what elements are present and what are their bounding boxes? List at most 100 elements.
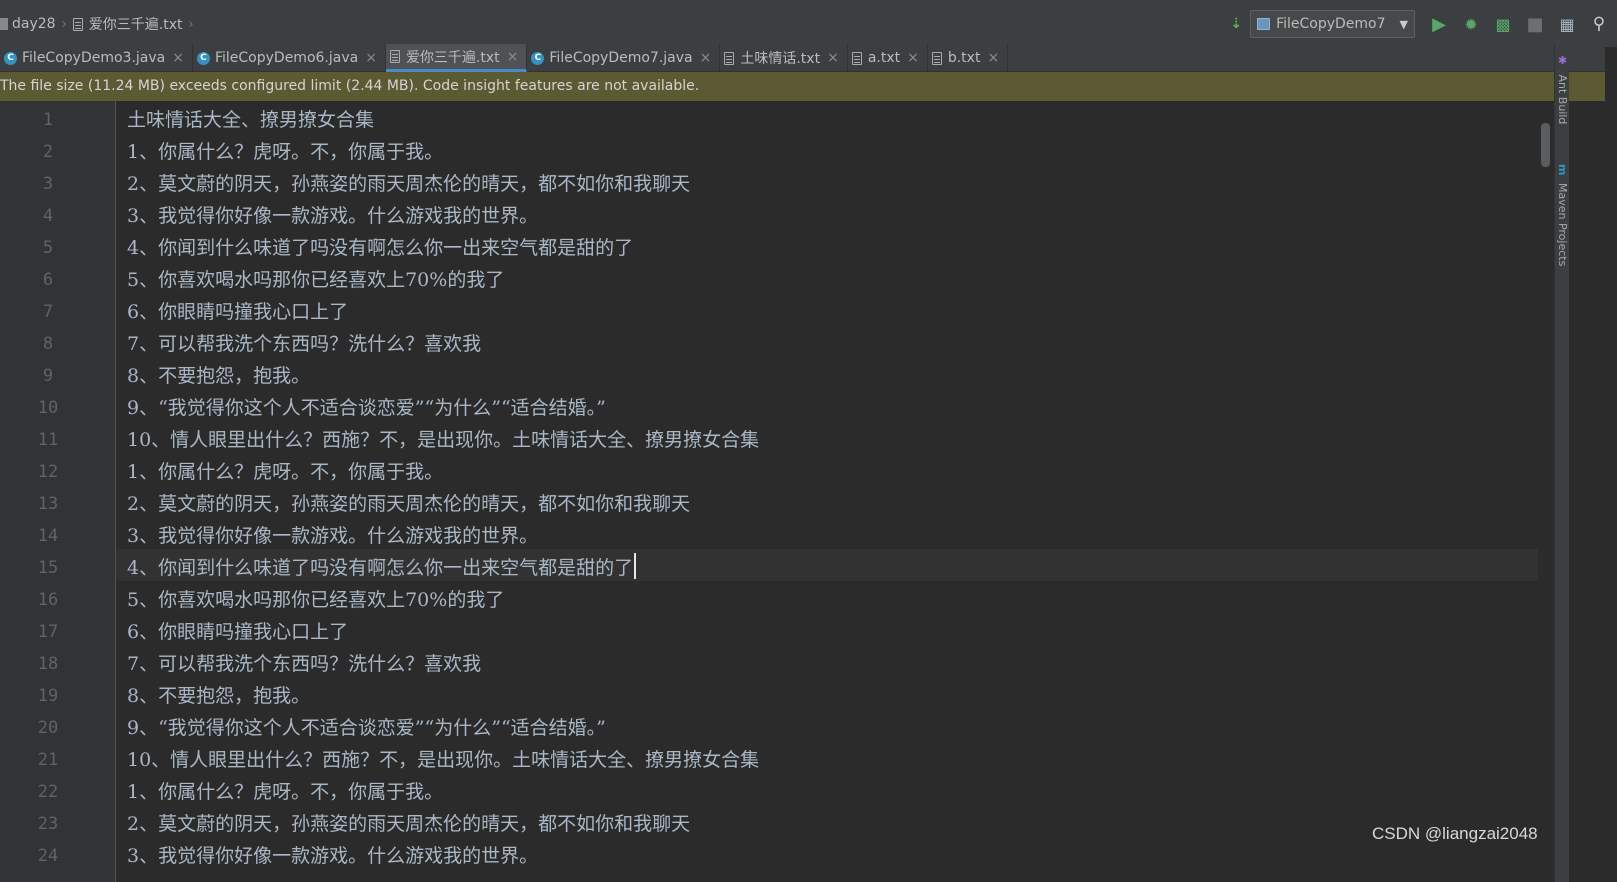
editor-line[interactable]: 1、你属什么？虎呀。不，你属于我。 xyxy=(116,453,1538,485)
text-cursor xyxy=(634,553,637,579)
breadcrumb-item-project[interactable]: day28 xyxy=(0,16,56,32)
scrollbar-thumb[interactable] xyxy=(1541,123,1550,167)
file-size-warning-banner: The file size (11.24 MB) exceeds configu… xyxy=(0,72,1605,101)
line-number: 9 xyxy=(42,366,54,386)
line-number: 12 xyxy=(37,462,59,482)
debug-button[interactable]: ✹ xyxy=(1457,10,1485,38)
tab-tuweiqinghua[interactable]: 土味情话.txt × xyxy=(720,44,848,72)
editor-line[interactable]: 2、莫文蔚的阴天，孙燕姿的雨天周杰伦的晴天，都不如你和我聊天 xyxy=(116,805,1538,837)
text-file-icon xyxy=(389,50,400,63)
editor-line[interactable]: 9、“我觉得你这个人不适合谈恋爱”“为什么”“适合结婚。” xyxy=(116,389,1538,421)
editor-line[interactable]: 6、你眼睛吗撞我心口上了 xyxy=(116,613,1538,645)
tab-filecopydemo7[interactable]: C FileCopyDemo7.java × xyxy=(527,44,721,72)
editor-line[interactable]: 8、不要抱怨，抱我。 xyxy=(116,677,1538,709)
close-icon[interactable]: × xyxy=(365,50,377,66)
build-project-icon[interactable]: ⇣ xyxy=(1230,16,1242,32)
editor-line-text: 4、你闻到什么味道了吗没有啊怎么你一出来空气都是甜的了 xyxy=(127,237,634,259)
tab-label: FileCopyDemo6.java xyxy=(214,50,359,66)
right-tool-window-bar: ✱ Ant Build m Maven Projects xyxy=(1554,44,1569,882)
line-number: 4 xyxy=(42,206,54,226)
editor-line-text: 1、你属什么？虎呀。不，你属于我。 xyxy=(127,781,444,803)
editor-line[interactable]: 5、你喜欢喝水吗那你已经喜欢上70%的我了 xyxy=(116,581,1538,613)
java-class-icon: C xyxy=(4,51,17,65)
line-number: 21 xyxy=(37,750,59,770)
line-number: 20 xyxy=(37,718,59,738)
editor-line[interactable]: 1、你属什么？虎呀。不，你属于我。 xyxy=(116,773,1538,805)
editor-line[interactable]: 4、你闻到什么味道了吗没有啊怎么你一出来空气都是甜的了 xyxy=(116,229,1538,261)
run-with-coverage-button[interactable]: ▩ xyxy=(1489,10,1517,38)
editor-line-text: 3、我觉得你好像一款游戏。什么游戏我的世界。 xyxy=(127,525,539,547)
folder-icon xyxy=(0,18,8,30)
tab-label: FileCopyDemo3.java xyxy=(22,50,166,66)
editor-line-text: 9、“我觉得你这个人不适合谈恋爱”“为什么”“适合结婚。” xyxy=(127,397,606,419)
close-icon[interactable]: × xyxy=(987,50,999,66)
chevron-right-icon: › xyxy=(188,16,194,32)
project-structure-button[interactable]: ▦ xyxy=(1553,10,1581,38)
close-icon[interactable]: × xyxy=(907,50,919,66)
editor-line[interactable]: 3、我觉得你好像一款游戏。什么游戏我的世界。 xyxy=(116,837,1538,869)
editor-line-text: 5、你喜欢喝水吗那你已经喜欢上70%的我了 xyxy=(127,269,505,291)
breadcrumb-item-file[interactable]: 爱你三千遍.txt xyxy=(72,14,183,34)
editor-line[interactable]: 7、可以帮我洗个东西吗？洗什么？喜欢我 xyxy=(116,325,1538,357)
editor-line-text: 3、我觉得你好像一款游戏。什么游戏我的世界。 xyxy=(127,205,539,227)
tab-label: 土味情话.txt xyxy=(740,51,821,67)
text-editor[interactable]: 土味情话大全、撩男撩女合集 1、你属什么？虎呀。不，你属于我。 2、莫文蔚的阴天，孙… xyxy=(116,101,1538,882)
java-class-icon: C xyxy=(196,51,210,65)
line-number: 14 xyxy=(37,526,59,546)
editor-tabs: C FileCopyDemo3.java × C FileCopyDemo6.j… xyxy=(0,44,1605,72)
line-number-gutter[interactable]: 1 2 3 4 5 6 7 8 9 10 11 12 13 14 15 16 17 18 19 20 21 22 23 24 xyxy=(0,101,116,882)
tab-filecopydemo3[interactable]: C FileCopyDemo3.java × xyxy=(0,44,193,72)
editor-line[interactable]: 10、情人眼里出什么？西施？不，是出现你。土味情话大全、撩男撩女合集 xyxy=(116,421,1538,453)
close-icon[interactable]: × xyxy=(172,50,184,66)
editor-line[interactable]: 3、我觉得你好像一款游戏。什么游戏我的世界。 xyxy=(116,197,1538,229)
line-number: 24 xyxy=(37,846,59,866)
editor-line-text: 7、可以帮我洗个东西吗？洗什么？喜欢我 xyxy=(127,653,482,675)
run-button[interactable]: ▶ xyxy=(1425,10,1453,38)
breadcrumb-label: 爱你三千遍.txt xyxy=(88,17,183,33)
editor-line-text: 6、你眼睛吗撞我心口上了 xyxy=(127,301,349,323)
editor-line[interactable]: 2、莫文蔚的阴天，孙燕姿的雨天周杰伦的晴天，都不如你和我聊天 xyxy=(116,485,1538,517)
tab-b-txt[interactable]: b.txt × xyxy=(928,44,1009,72)
line-number: 22 xyxy=(37,782,59,802)
search-everywhere-button[interactable]: ⚲ xyxy=(1585,10,1613,38)
editor-line-text: 1、你属什么？虎呀。不，你属于我。 xyxy=(127,461,444,483)
editor-line-text: 8、不要抱怨，抱我。 xyxy=(127,365,311,387)
close-icon[interactable]: × xyxy=(700,50,712,66)
close-icon[interactable]: × xyxy=(827,50,839,66)
application-config-icon xyxy=(1257,18,1271,30)
vertical-scrollbar[interactable] xyxy=(1538,101,1552,882)
tab-ainisanqianbian[interactable]: 爱你三千遍.txt × xyxy=(385,44,528,72)
ant-build-tool-button[interactable]: ✱ Ant Build xyxy=(1555,54,1569,124)
editor-line[interactable]: 10、情人眼里出什么？西施？不，是出现你。土味情话大全、撩男撩女合集 xyxy=(116,741,1538,773)
stop-button[interactable]: ■ xyxy=(1521,10,1549,38)
editor-line[interactable]: 土味情话大全、撩男撩女合集 xyxy=(116,101,1538,133)
watermark: CSDN @liangzai2048 xyxy=(1372,824,1538,843)
main-toolbar: ⇣ FileCopyDemo7 ▼ ▶ ✹ ▩ ■ ▦ ⚲ xyxy=(1230,8,1617,40)
tab-label: b.txt xyxy=(947,50,981,66)
editor-line-text: 3、我觉得你好像一款游戏。什么游戏我的世界。 xyxy=(127,845,539,867)
line-number: 1 xyxy=(42,110,54,130)
editor-line-text: 2、莫文蔚的阴天，孙燕姿的雨天周杰伦的晴天，都不如你和我聊天 xyxy=(127,493,691,515)
run-configuration-select[interactable]: FileCopyDemo7 ▼ xyxy=(1250,10,1415,38)
editor-line-text: 6、你眼睛吗撞我心口上了 xyxy=(127,621,349,643)
editor-line[interactable]: 4、你闻到什么味道了吗没有啊怎么你一出来空气都是甜的了 xyxy=(116,549,1538,581)
maven-projects-label: Maven Projects xyxy=(1556,182,1569,267)
editor-line[interactable]: 6、你眼睛吗撞我心口上了 xyxy=(116,293,1538,325)
text-file-icon xyxy=(931,51,942,65)
editor-line[interactable]: 5、你喜欢喝水吗那你已经喜欢上70%的我了 xyxy=(116,261,1538,293)
tab-a-txt[interactable]: a.txt × xyxy=(848,44,928,72)
editor-line[interactable]: 3、我觉得你好像一款游戏。什么游戏我的世界。 xyxy=(116,517,1538,549)
editor-line[interactable]: 9、“我觉得你这个人不适合谈恋爱”“为什么”“适合结婚。” xyxy=(116,709,1538,741)
tab-filecopydemo6[interactable]: C FileCopyDemo6.java × xyxy=(193,44,386,72)
maven-projects-tool-button[interactable]: m Maven Projects xyxy=(1555,164,1569,266)
close-icon[interactable]: × xyxy=(507,49,519,65)
editor-line[interactable]: 7、可以帮我洗个东西吗？洗什么？喜欢我 xyxy=(116,645,1538,677)
line-number: 5 xyxy=(42,238,54,258)
line-number: 18 xyxy=(37,654,59,674)
editor-line[interactable]: 1、你属什么？虎呀。不，你属于我。 xyxy=(116,133,1538,165)
line-number: 16 xyxy=(37,590,59,610)
editor-line[interactable]: 8、不要抱怨，抱我。 xyxy=(116,357,1538,389)
editor-line[interactable]: 2、莫文蔚的阴天，孙燕姿的雨天周杰伦的晴天，都不如你和我聊天 xyxy=(116,165,1538,197)
line-number: 10 xyxy=(37,398,59,418)
chevron-down-icon: ▼ xyxy=(1399,17,1408,31)
